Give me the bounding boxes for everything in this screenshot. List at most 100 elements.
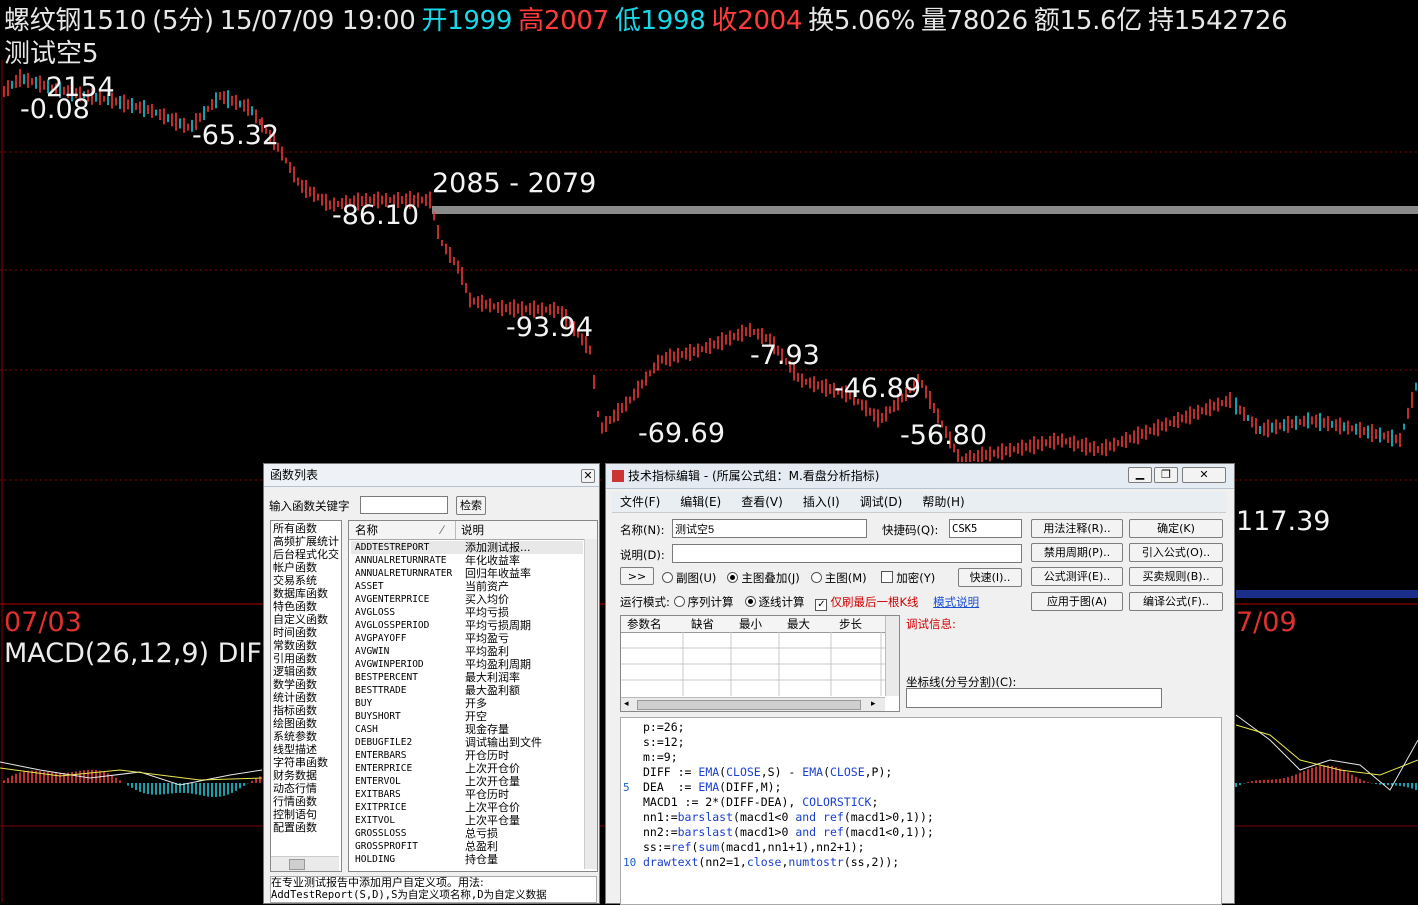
function-row[interactable]: ANNUALRETURNRATER 回归年收益率: [351, 567, 583, 580]
menu-item[interactable]: 查看(V): [741, 495, 783, 509]
code-line[interactable]: s:=12;: [643, 735, 934, 750]
close-icon[interactable]: ✕: [1182, 467, 1226, 483]
category-item[interactable]: 特色函数: [273, 600, 339, 613]
fast-button[interactable]: 快速(I)..: [958, 568, 1022, 587]
category-item[interactable]: 配置函数: [273, 821, 339, 834]
category-item[interactable]: 后台程式化交: [273, 548, 339, 561]
function-row[interactable]: AVGWINPERIOD 平均盈利周期: [351, 658, 583, 671]
close-icon[interactable]: ✕: [581, 469, 595, 483]
code-line[interactable]: DIFF := EMA(CLOSE,S) - EMA(CLOSE,P);: [643, 765, 934, 780]
category-item[interactable]: 自定义函数: [273, 613, 339, 626]
ok-button[interactable]: 确定(K): [1129, 519, 1223, 538]
function-row[interactable]: DEBUGFILE2 调试输出到文件: [351, 736, 583, 749]
col-name-header[interactable]: 名称: [355, 521, 378, 539]
category-item[interactable]: 交易系统: [273, 574, 339, 587]
expand-button[interactable]: >>: [620, 567, 654, 585]
function-row[interactable]: BUYSHORT 开空: [351, 710, 583, 723]
lastbar-checkbox[interactable]: ✓ 仅刷最后一根K线: [815, 595, 919, 611]
function-row[interactable]: EXITBARS 平仓历时: [351, 788, 583, 801]
parameter-grid[interactable]: 参数名 缺省 最小 最大 步长 ◂ ▸: [620, 615, 900, 712]
category-item[interactable]: 引用函数: [273, 652, 339, 665]
function-search-input[interactable]: [360, 496, 448, 514]
function-list-titlebar[interactable]: 函数列表: [264, 464, 599, 487]
code-editor[interactable]: 5 10 p:=26; s:=12; m:=9; DIFF := EMA(CLOSE,…: [620, 717, 1222, 905]
encrypt-checkbox[interactable]: 加密(Y): [881, 571, 935, 585]
indicator-name-input[interactable]: [672, 519, 867, 538]
category-item[interactable]: 动态行情: [273, 782, 339, 795]
category-item[interactable]: 绘图函数: [273, 717, 339, 730]
disable-period-button[interactable]: 禁用周期(P)..: [1031, 543, 1123, 562]
menu-item[interactable]: 调试(D): [860, 495, 903, 509]
menu-item[interactable]: 编辑(E): [680, 495, 721, 509]
coord-input[interactable]: [906, 688, 1162, 708]
apply-to-chart-button[interactable]: 应用于图(A): [1031, 592, 1123, 611]
trade-rules-button[interactable]: 买卖规则(B)..: [1129, 567, 1223, 586]
usage-notes-button[interactable]: 用法注释(R)..: [1031, 519, 1123, 538]
code-line[interactable]: MACD1 := 2*(DIFF-DEA), COLORSTICK;: [643, 795, 934, 810]
code-line[interactable]: m:=9;: [643, 750, 934, 765]
category-item[interactable]: 高频扩展统计: [273, 535, 339, 548]
param-hscrollbar[interactable]: ◂ ▸: [621, 697, 885, 711]
code-line[interactable]: DEA := EMA(DIFF,M);: [643, 780, 934, 795]
function-row[interactable]: ASSET 当前资产: [351, 580, 583, 593]
function-row[interactable]: BUY 开多: [351, 697, 583, 710]
category-item[interactable]: 帐户函数: [273, 561, 339, 574]
radio-stepwise[interactable]: 逐线计算: [744, 595, 805, 609]
category-item[interactable]: 财务数据: [273, 769, 339, 782]
function-row[interactable]: AVGPAYOFF 平均盈亏: [351, 632, 583, 645]
function-row[interactable]: ENTERBARS 开仓历时: [351, 749, 583, 762]
function-row[interactable]: ANNUALRETURNRATE 年化收益率: [351, 554, 583, 567]
category-list[interactable]: 所有函数 高频扩展统计 后台程式化交 帐户函数 交易系统 数据库函数 特色函数 自定义函数 时间…: [270, 520, 342, 872]
radio-sequence[interactable]: 序列计算: [673, 595, 734, 609]
function-row[interactable]: GROSSLOSS 总亏损: [351, 827, 583, 840]
category-item[interactable]: 线型描述: [273, 743, 339, 756]
category-item[interactable]: 逻辑函数: [273, 665, 339, 678]
function-table[interactable]: 名称 ⁄ 说明 ADDTESTREPORT 添加测试报... ANNUALRETUR…: [348, 520, 598, 872]
compile-button[interactable]: 编译公式(F)..: [1129, 592, 1223, 611]
category-item[interactable]: 系统参数: [273, 730, 339, 743]
radio-main-overlay[interactable]: 主图叠加(J): [727, 571, 800, 585]
minimize-icon[interactable]: ▁: [1128, 467, 1152, 483]
function-row[interactable]: AVGWIN 平均盈利: [351, 645, 583, 658]
import-formula-button[interactable]: 引入公式(O)..: [1129, 543, 1223, 562]
formula-eval-button[interactable]: 公式测评(E)..: [1031, 567, 1123, 586]
menu-item[interactable]: 帮助(H): [922, 495, 964, 509]
function-row[interactable]: ADDTESTREPORT 添加测试报...: [351, 541, 583, 554]
category-item[interactable]: 时间函数: [273, 626, 339, 639]
category-item[interactable]: 行情函数: [273, 795, 339, 808]
shortcut-input[interactable]: [949, 519, 1022, 538]
maximize-icon[interactable]: ❐: [1154, 467, 1178, 483]
menu-item[interactable]: 文件(F): [620, 495, 660, 509]
category-item[interactable]: 指标函数: [273, 704, 339, 717]
category-item[interactable]: 所有函数: [273, 522, 339, 535]
function-row[interactable]: ENTERPRICE 上次开仓价: [351, 762, 583, 775]
description-input[interactable]: [672, 544, 1022, 563]
radio-main[interactable]: 主图(M): [810, 571, 867, 585]
code-line[interactable]: p:=26;: [643, 720, 934, 735]
code-line[interactable]: nn1:=barslast(macd1<0 and ref(macd1>0,1)…: [643, 810, 934, 825]
function-row[interactable]: BESTTRADE 最大盈利额: [351, 684, 583, 697]
search-button[interactable]: 检索: [456, 496, 486, 515]
function-row[interactable]: HOLDING 持仓量: [351, 853, 583, 866]
function-row[interactable]: ENTERVOL 上次开仓量: [351, 775, 583, 788]
mode-help-link[interactable]: 模式说明: [933, 595, 979, 609]
category-item[interactable]: 控制语句: [273, 808, 339, 821]
category-item[interactable]: 常数函数: [273, 639, 339, 652]
code-line[interactable]: ss:=ref(sum(macd1,nn1+1),nn2+1);: [643, 840, 934, 855]
col-desc-header[interactable]: 说明: [461, 521, 484, 539]
function-row[interactable]: CASH 现金存量: [351, 723, 583, 736]
radio-subchart[interactable]: 副图(U): [662, 571, 716, 585]
category-item[interactable]: 统计函数: [273, 691, 339, 704]
function-row[interactable]: GROSSPROFIT 总盈利: [351, 840, 583, 853]
category-item[interactable]: 数据库函数: [273, 587, 339, 600]
param-vscrollbar[interactable]: [885, 616, 899, 696]
function-row[interactable]: AVGENTERPRICE 买入均价: [351, 593, 583, 606]
category-hscrollbar[interactable]: [271, 856, 339, 871]
category-item[interactable]: 字符串函数: [273, 756, 339, 769]
code-line[interactable]: nn2:=barslast(macd1>0 and ref(macd1<0,1)…: [643, 825, 934, 840]
function-table-scrollbar[interactable]: [584, 539, 597, 869]
function-row[interactable]: BESTPERCENT 最大利润率: [351, 671, 583, 684]
category-item[interactable]: 数学函数: [273, 678, 339, 691]
function-row[interactable]: EXITPRICE 上次平仓价: [351, 801, 583, 814]
function-row[interactable]: AVGLOSSPERIOD 平均亏损周期: [351, 619, 583, 632]
